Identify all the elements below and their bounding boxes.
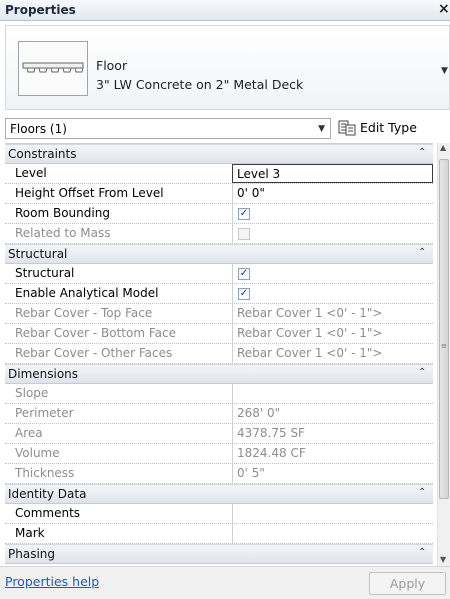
thickness-value-field: 0' 5" (232, 464, 433, 483)
collapse-icon[interactable]: ⌃ (418, 487, 426, 498)
related-to-mass-value-cell (232, 224, 433, 243)
family-name: Floor (96, 58, 128, 73)
property-row-perimeter: Perimeter 268' 0" (5, 404, 433, 424)
floor-preview-thumbnail (18, 41, 88, 96)
property-row-volume: Volume 1824.48 CF (5, 444, 433, 464)
property-row-area: Area 4378.75 SF (5, 424, 433, 444)
property-row-mark[interactable]: Mark (5, 524, 433, 544)
property-value: Rebar Cover 1 <0' - 1"> (237, 346, 383, 360)
property-name: Rebar Cover - Other Faces (15, 346, 173, 360)
grip-icon: ≡ (441, 342, 447, 350)
property-name: Rebar Cover - Bottom Face (15, 326, 176, 340)
chevron-down-icon[interactable]: ▼ (318, 124, 325, 134)
close-icon[interactable]: × (438, 1, 450, 17)
property-name: Height Offset From Level (15, 186, 164, 200)
property-value: Rebar Cover 1 <0' - 1"> (237, 306, 383, 320)
palette-titlebar: Properties × (0, 0, 450, 21)
structural-value-cell: ✓ (232, 264, 433, 283)
collapse-icon[interactable]: ⌃ (418, 247, 426, 258)
edit-type-icon (338, 120, 356, 136)
property-value: Rebar Cover 1 <0' - 1"> (237, 326, 383, 340)
property-value: 0' 5" (237, 466, 265, 480)
area-value-field: 4378.75 SF (232, 424, 433, 443)
property-name: Slope (15, 386, 49, 400)
collapse-icon[interactable]: ⌃ (418, 547, 426, 558)
scrollbar-thumb[interactable]: ≡ (439, 159, 449, 499)
vertical-scrollbar[interactable]: ▲ ≡ ▼ (437, 143, 450, 566)
property-name: Related to Mass (15, 226, 111, 240)
property-name: Enable Analytical Model (15, 286, 159, 300)
palette-title: Properties (5, 3, 76, 17)
slope-value-field (232, 384, 433, 403)
property-value: Level 3 (237, 167, 281, 181)
type-name: 3" LW Concrete on 2" Metal Deck (96, 77, 304, 92)
property-name: Area (15, 426, 43, 440)
property-row-slope: Slope (5, 384, 433, 404)
property-name: Mark (15, 526, 45, 540)
property-value: 268' 0" (237, 406, 281, 420)
group-label: Dimensions (8, 367, 79, 381)
property-name: Comments (15, 506, 81, 520)
mark-value-field[interactable] (232, 524, 433, 543)
group-header-phasing[interactable]: Phasing ⌃ (5, 544, 433, 564)
property-row-thickness: Thickness 0' 5" (5, 464, 433, 484)
instance-filter-value: Floors (1) (10, 122, 67, 136)
rebar-other-value-field: Rebar Cover 1 <0' - 1"> (232, 344, 433, 363)
property-row-enable-analytical-model[interactable]: Enable Analytical Model ✓ (5, 284, 433, 304)
property-row-level[interactable]: Level Level 3 (5, 164, 433, 184)
property-row-height-offset[interactable]: Height Offset From Level 0' 0" (5, 184, 433, 204)
group-header-dimensions[interactable]: Dimensions ⌃ (5, 364, 433, 384)
group-label: Constraints (8, 147, 77, 161)
apply-button[interactable]: Apply (369, 572, 446, 595)
room-bounding-value-cell: ✓ (232, 204, 433, 223)
property-row-structural[interactable]: Structural ✓ (5, 264, 433, 284)
properties-help-link[interactable]: Properties help (5, 574, 99, 589)
enable-analytical-value-cell: ✓ (232, 284, 433, 303)
instance-filter-dropdown[interactable]: Floors (1) ▼ (5, 118, 331, 139)
scroll-down-icon[interactable]: ▼ (440, 555, 446, 564)
property-row-rebar-other: Rebar Cover - Other Faces Rebar Cover 1 … (5, 344, 433, 364)
property-row-rebar-bottom: Rebar Cover - Bottom Face Rebar Cover 1 … (5, 324, 433, 344)
property-name: Structural (15, 266, 75, 280)
property-name: Rebar Cover - Top Face (15, 306, 153, 320)
collapse-icon[interactable]: ⌃ (418, 147, 426, 158)
rebar-bottom-value-field: Rebar Cover 1 <0' - 1"> (232, 324, 433, 343)
scroll-up-icon[interactable]: ▲ (440, 143, 446, 152)
type-selector[interactable]: Floor 3" LW Concrete on 2" Metal Deck ▼ (5, 25, 450, 110)
comments-value-field[interactable] (232, 504, 433, 523)
related-to-mass-checkbox (238, 228, 250, 240)
property-value: 4378.75 SF (237, 426, 305, 440)
group-header-constraints[interactable]: Constraints ⌃ (5, 144, 433, 164)
property-name: Thickness (15, 466, 75, 480)
property-row-rebar-top: Rebar Cover - Top Face Rebar Cover 1 <0'… (5, 304, 433, 324)
palette-footer: Properties help Apply (0, 566, 450, 599)
property-name: Volume (15, 446, 60, 460)
property-value: 1824.48 CF (237, 446, 306, 460)
room-bounding-checkbox[interactable]: ✓ (238, 208, 250, 220)
group-label: Phasing (8, 547, 56, 561)
edit-type-label: Edit Type (360, 120, 417, 135)
height-offset-value-field[interactable]: 0' 0" (232, 184, 433, 203)
property-row-related-to-mass: Related to Mass (5, 224, 433, 244)
rebar-top-value-field: Rebar Cover 1 <0' - 1"> (232, 304, 433, 323)
enable-analytical-checkbox[interactable]: ✓ (238, 288, 250, 300)
collapse-icon[interactable]: ⌃ (418, 367, 426, 378)
property-row-room-bounding[interactable]: Room Bounding ✓ (5, 204, 433, 224)
group-header-structural[interactable]: Structural ⌃ (5, 244, 433, 264)
property-row-comments[interactable]: Comments (5, 504, 433, 524)
group-header-identity-data[interactable]: Identity Data ⌃ (5, 484, 433, 504)
structural-checkbox[interactable]: ✓ (238, 268, 250, 280)
group-label: Identity Data (8, 487, 87, 501)
chevron-down-icon[interactable]: ▼ (441, 66, 448, 76)
property-grid: Constraints ⌃ Level Level 3 Height Offse… (5, 143, 433, 567)
level-value-field[interactable]: Level 3 (232, 164, 433, 183)
property-name: Perimeter (15, 406, 74, 420)
property-name: Level (15, 166, 47, 180)
property-value: 0' 0" (237, 186, 265, 200)
perimeter-value-field: 268' 0" (232, 404, 433, 423)
volume-value-field: 1824.48 CF (232, 444, 433, 463)
group-label: Structural (8, 247, 68, 261)
property-name: Room Bounding (15, 206, 110, 220)
